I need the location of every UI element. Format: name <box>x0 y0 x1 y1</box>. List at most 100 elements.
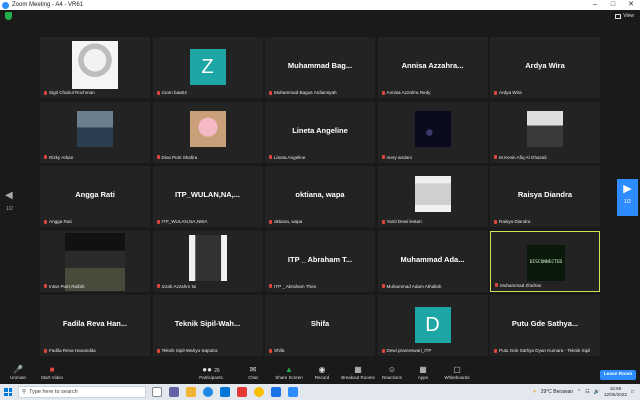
mic-muted-icon <box>269 219 272 224</box>
participant-name: Sigit Chairul Rochman <box>49 90 95 95</box>
participant-name: Shifa <box>274 348 285 353</box>
file-explorer-icon[interactable] <box>186 387 196 397</box>
teams-app-icon[interactable] <box>169 387 179 397</box>
participant-name-label: ITP_WULAN,NA,NWA <box>156 219 207 224</box>
participant-display-name: Ardya Wira <box>525 61 565 70</box>
participant-name-label: ITP _ Abraham Theo <box>269 284 316 289</box>
participant-tile[interactable]: Teknik Sipil-Wah... Teknik Sipil-Wahyu Sa… <box>152 295 263 356</box>
participant-tile[interactable]: Yanti Dewi lestari <box>377 166 488 227</box>
mic-muted-icon <box>381 155 385 159</box>
security-shield-icon[interactable] <box>5 12 12 20</box>
participant-tile[interactable]: Muhammad Bag... Muhammad Bagus Ardiansyah <box>265 37 375 98</box>
close-button[interactable]: ✕ <box>622 0 640 10</box>
participant-name: Diva Putri Shafira <box>161 154 198 160</box>
participant-tile[interactable]: Muhammad Ada... Muhammad Adam Athallah <box>377 230 488 292</box>
participant-tile[interactable]: Ardya Wira Ardya Wira <box>490 37 600 98</box>
mic-muted-icon <box>494 155 497 159</box>
participant-name-label: oktiana, wapa <box>269 219 302 224</box>
network-icon[interactable]: ☷ <box>585 389 589 395</box>
participant-name: Muhammad Adam Athallah <box>386 283 442 289</box>
mic-muted-icon <box>156 284 160 288</box>
participant-tile[interactable]: Shifa Shifa <box>265 295 375 356</box>
participant-tile[interactable]: Putu Gde Sathya... Putu Gde Sathya Dyan K… <box>490 295 600 356</box>
mic-muted-icon <box>44 155 47 159</box>
office-app-icon[interactable] <box>237 387 247 397</box>
participant-name-label: Annisa Azzahra Redy <box>381 90 431 95</box>
mic-muted-icon <box>44 90 47 95</box>
volume-icon[interactable]: 🔊 <box>594 389 600 395</box>
participant-name: Intan Putri Raifah <box>49 283 85 289</box>
word-app-icon[interactable] <box>271 387 281 397</box>
participant-name: Fadila Reva Hanandita <box>49 348 96 353</box>
task-view-icon[interactable] <box>152 387 162 397</box>
maximize-button[interactable]: □ <box>604 0 622 10</box>
windows-start-icon[interactable] <box>4 388 12 396</box>
tray-expand-icon[interactable]: ⌃ <box>577 389 581 395</box>
notifications-icon[interactable]: □ <box>631 389 634 395</box>
participant-name-label: Lineta Angeline <box>269 155 305 160</box>
participant-tile[interactable]: DISCONNECTED Muhammad Zhafran <box>490 230 600 292</box>
next-page-button[interactable]: ▶ 1/2 <box>617 179 638 216</box>
participant-tile[interactable]: Intan Putri Raifah <box>40 230 150 292</box>
next-page-indicator: 1/2 <box>624 199 631 205</box>
participant-tile[interactable]: oktiana, wapa oktiana, wapa <box>265 166 375 227</box>
edge-browser-icon[interactable] <box>203 387 213 397</box>
participant-tile[interactable]: M.Kevin Afiq Al Ghazali <box>490 101 600 163</box>
video-off-icon: ■ <box>49 365 55 374</box>
participant-tile[interactable]: Zzoom baa04 <box>152 37 263 98</box>
participant-photo <box>188 235 227 281</box>
gallery-view: Sigit Chairul Rochman Zzoom baa04 Muhammad… <box>40 37 600 357</box>
participant-name-label: mery andani <box>381 155 412 160</box>
participant-display-name: oktiana, wapa <box>295 190 345 199</box>
store-app-icon[interactable] <box>220 387 230 397</box>
participant-tile[interactable]: mery andani <box>377 101 488 163</box>
mic-muted-icon <box>381 284 385 288</box>
participant-name-label: Sigit Chairul Rochman <box>44 90 95 95</box>
participant-photo <box>414 175 451 212</box>
participant-tile[interactable]: Raisya Diandra Raisya Diandra <box>490 166 600 227</box>
start-video-button[interactable]: ■ Start Video <box>28 364 76 380</box>
participant-name-label: Ardya Wira <box>494 90 522 95</box>
system-tray: ☀ 29°C Berawan ⌃ ☷ 🔊 15:59 12/06/2022 □ <box>532 384 640 400</box>
participant-tile[interactable]: ITP_WULAN,NA,... ITP_WULAN,NA,NWA <box>152 166 263 227</box>
participant-tile[interactable]: Rizky Arkan <box>40 101 150 163</box>
minimize-button[interactable]: – <box>586 0 604 10</box>
participant-name: Angga Rati <box>49 219 72 224</box>
weather-text: 29°C Berawan <box>540 389 574 395</box>
mic-muted-icon <box>44 284 47 288</box>
participant-name-label: Muhammad Zhafran <box>495 283 541 288</box>
participant-photo <box>189 111 226 147</box>
participants-icon: ●● 26 <box>202 365 220 374</box>
participant-display-name: Fadila Reva Han... <box>62 319 128 328</box>
mic-muted-icon <box>494 348 497 353</box>
window-titlebar: Zoom Meeting - A4 - VR61 – □ ✕ <box>0 0 640 10</box>
leave-room-button[interactable]: Leave Room <box>600 370 636 380</box>
participant-tile[interactable]: Fadila Reva Han... Fadila Reva Hanandita <box>40 295 150 356</box>
next-page-icon: ▶ <box>623 183 632 195</box>
zoom-app-icon[interactable] <box>288 387 298 397</box>
participant-tile[interactable]: Annisa Azzahra... Annisa Azzahra Redy <box>377 37 488 98</box>
participant-name: Annisa Azzahra Redy <box>386 90 431 95</box>
view-button[interactable]: View <box>615 13 634 19</box>
participant-tile[interactable]: D Dewi prameswari_ITP <box>377 295 488 356</box>
chrome-browser-icon[interactable] <box>254 387 264 397</box>
participant-name-label: zoom baa04 <box>156 90 187 95</box>
participant-tile[interactable]: Diva Putri Shafira <box>152 101 263 163</box>
participant-name: Dewi prameswari_ITP <box>386 348 432 353</box>
mic-muted-icon <box>156 155 160 159</box>
participant-name: Yanti Dewi lestari <box>386 219 422 224</box>
whiteboards-button[interactable]: ▢ Whiteboards <box>433 364 481 380</box>
previous-page-icon[interactable]: ◀ <box>5 190 13 201</box>
mic-muted-icon <box>269 90 272 95</box>
participant-tile[interactable]: ITP _ Abraham T... ITP _ Abraham Theo <box>265 230 375 292</box>
participant-tile[interactable]: Izzah Azzahro tsi <box>152 230 263 292</box>
participant-tile[interactable]: Sigit Chairul Rochman <box>40 37 150 98</box>
participant-tile[interactable]: Angga Rati Angga Rati <box>40 166 150 227</box>
taskbar-clock[interactable]: 15:59 12/06/2022 <box>604 386 627 398</box>
participant-name: Rizky Arkan <box>49 154 74 160</box>
participant-name-label: Yanti Dewi lestari <box>381 219 422 224</box>
participants-button[interactable]: ●● 26 Participants <box>187 364 235 380</box>
participant-name-label: Teknik Sipil-Wahyu Saputra <box>156 348 218 353</box>
participant-tile[interactable]: Lineta Angeline Lineta Angeline <box>265 101 375 163</box>
taskbar-search-input[interactable]: ⚲ Type here to search <box>18 386 146 398</box>
